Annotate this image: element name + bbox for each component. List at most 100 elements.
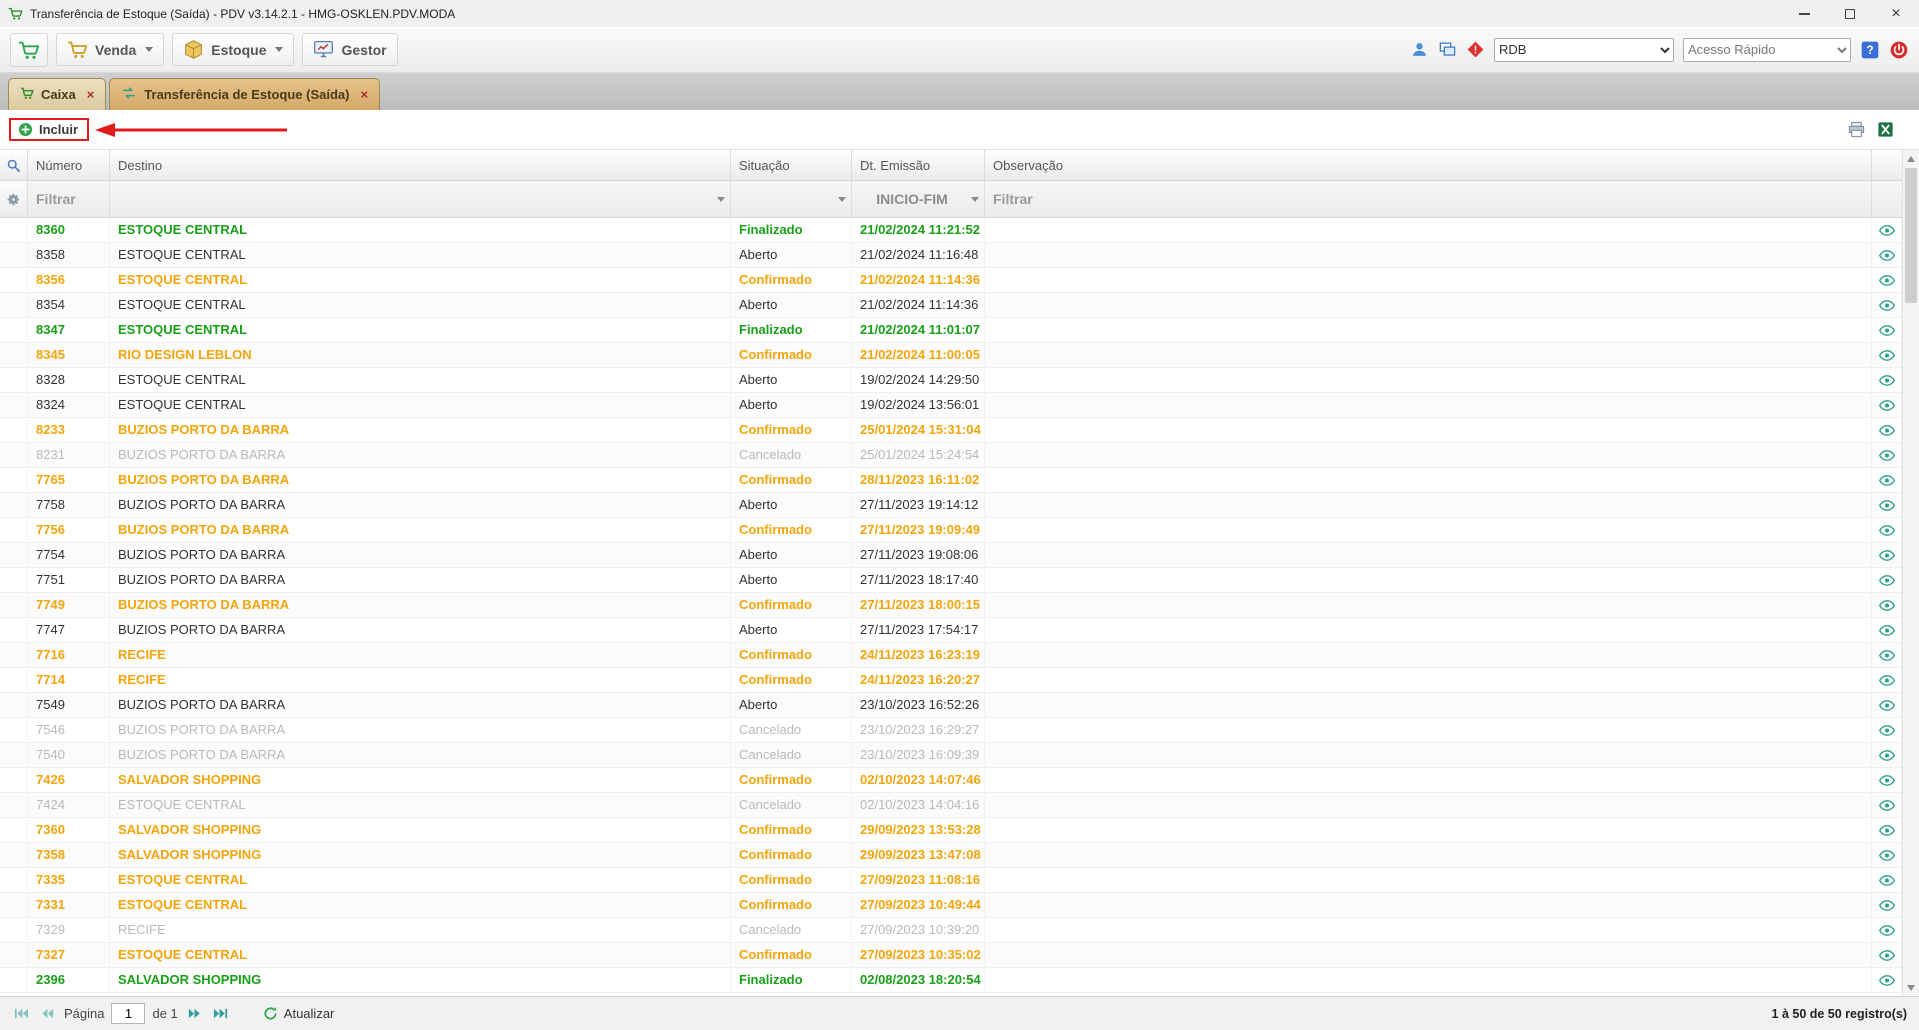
view-row-button[interactable] <box>1872 768 1902 792</box>
view-row-button[interactable] <box>1872 318 1902 342</box>
table-row[interactable]: 2396SALVADOR SHOPPINGFinalizado02/08/202… <box>0 968 1902 993</box>
view-row-button[interactable] <box>1872 568 1902 592</box>
table-row[interactable]: 8354ESTOQUE CENTRALAberto21/02/2024 11:1… <box>0 293 1902 318</box>
table-row[interactable]: 8356ESTOQUE CENTRALConfirmado21/02/2024 … <box>0 268 1902 293</box>
view-row-button[interactable] <box>1872 668 1902 692</box>
table-row[interactable]: 7540BUZIOS PORTO DA BARRACancelado23/10/… <box>0 743 1902 768</box>
power-icon[interactable] <box>1889 40 1909 60</box>
table-row[interactable]: 7751BUZIOS PORTO DA BARRAAberto27/11/202… <box>0 568 1902 593</box>
table-row[interactable]: 7754BUZIOS PORTO DA BARRAAberto27/11/202… <box>0 543 1902 568</box>
table-row[interactable]: 7747BUZIOS PORTO DA BARRAAberto27/11/202… <box>0 618 1902 643</box>
filter-situacao-select[interactable] <box>731 181 852 217</box>
vertical-scrollbar[interactable] <box>1902 150 1919 996</box>
column-header-numero[interactable]: Número <box>28 150 110 180</box>
view-row-button[interactable] <box>1872 818 1902 842</box>
export-excel-button[interactable] <box>1876 120 1895 139</box>
table-row[interactable]: 7424ESTOQUE CENTRALCancelado02/10/2023 1… <box>0 793 1902 818</box>
maximize-button[interactable] <box>1827 0 1873 27</box>
tab-transferencia-estoque-saida[interactable]: Transferência de Estoque (Saída) × <box>109 78 380 110</box>
table-row[interactable]: 7358SALVADOR SHOPPINGConfirmado29/09/202… <box>0 843 1902 868</box>
table-row[interactable]: 7758BUZIOS PORTO DA BARRAAberto27/11/202… <box>0 493 1902 518</box>
settings-gear-icon[interactable] <box>0 181 28 217</box>
column-header-dt-emissao[interactable]: Dt. Emissão <box>852 150 985 180</box>
column-header-situacao[interactable]: Situação <box>731 150 852 180</box>
view-row-button[interactable] <box>1872 843 1902 867</box>
last-page-button[interactable] <box>211 1004 230 1023</box>
view-row-button[interactable] <box>1872 218 1902 242</box>
table-row[interactable]: 8231BUZIOS PORTO DA BARRACancelado25/01/… <box>0 443 1902 468</box>
view-row-button[interactable] <box>1872 343 1902 367</box>
view-row-button[interactable] <box>1872 418 1902 442</box>
print-button[interactable] <box>1847 120 1866 139</box>
filter-date-range-select[interactable]: INICIO-FIM <box>852 181 985 217</box>
table-row[interactable]: 7756BUZIOS PORTO DA BARRAConfirmado27/11… <box>0 518 1902 543</box>
gestor-menu-button[interactable]: Gestor <box>302 33 397 66</box>
filter-observacao-input[interactable] <box>985 181 1871 217</box>
table-row[interactable]: 7327ESTOQUE CENTRALConfirmado27/09/2023 … <box>0 943 1902 968</box>
view-row-button[interactable] <box>1872 368 1902 392</box>
table-row[interactable]: 8358ESTOQUE CENTRALAberto21/02/2024 11:1… <box>0 243 1902 268</box>
view-row-button[interactable] <box>1872 493 1902 517</box>
alert-icon[interactable] <box>1466 40 1485 59</box>
view-row-button[interactable] <box>1872 718 1902 742</box>
table-row[interactable]: 8360ESTOQUE CENTRALFinalizado21/02/2024 … <box>0 218 1902 243</box>
filter-destino-select[interactable] <box>110 181 731 217</box>
table-row[interactable]: 7549BUZIOS PORTO DA BARRAAberto23/10/202… <box>0 693 1902 718</box>
table-row[interactable]: 8328ESTOQUE CENTRALAberto19/02/2024 14:2… <box>0 368 1902 393</box>
venda-menu-button[interactable]: Venda <box>56 33 164 66</box>
help-icon[interactable]: ? <box>1860 40 1880 60</box>
tab-caixa[interactable]: Caixa × <box>8 78 106 110</box>
page-input[interactable] <box>111 1003 145 1024</box>
close-button[interactable]: × <box>1873 0 1919 27</box>
refresh-button[interactable]: Atualizar <box>263 1006 335 1021</box>
view-row-button[interactable] <box>1872 393 1902 417</box>
table-row[interactable]: 7546BUZIOS PORTO DA BARRACancelado23/10/… <box>0 718 1902 743</box>
view-row-button[interactable] <box>1872 543 1902 567</box>
tab-close-icon[interactable]: × <box>360 87 368 102</box>
prev-page-button[interactable] <box>38 1004 57 1023</box>
user-icon[interactable] <box>1410 40 1429 59</box>
table-row[interactable]: 8347ESTOQUE CENTRALFinalizado21/02/2024 … <box>0 318 1902 343</box>
scroll-down-icon[interactable] <box>1903 979 1919 996</box>
view-row-button[interactable] <box>1872 868 1902 892</box>
first-page-button[interactable] <box>12 1004 31 1023</box>
quick-access-select[interactable]: Acesso Rápido <box>1683 38 1851 62</box>
view-row-button[interactable] <box>1872 743 1902 767</box>
terminals-icon[interactable] <box>1438 40 1457 59</box>
next-page-button[interactable] <box>185 1004 204 1023</box>
table-row[interactable]: 7331ESTOQUE CENTRALConfirmado27/09/2023 … <box>0 893 1902 918</box>
table-row[interactable]: 8233BUZIOS PORTO DA BARRAConfirmado25/01… <box>0 418 1902 443</box>
scroll-up-icon[interactable] <box>1903 150 1919 167</box>
incluir-button[interactable]: Incluir <box>18 122 78 137</box>
view-row-button[interactable] <box>1872 793 1902 817</box>
table-row[interactable]: 7329RECIFECancelado27/09/2023 10:39:20 <box>0 918 1902 943</box>
column-header-destino[interactable]: Destino <box>110 150 731 180</box>
view-row-button[interactable] <box>1872 943 1902 967</box>
scrollbar-thumb[interactable] <box>1905 168 1917 303</box>
view-row-button[interactable] <box>1872 693 1902 717</box>
table-row[interactable]: 7335ESTOQUE CENTRALConfirmado27/09/2023 … <box>0 868 1902 893</box>
view-row-button[interactable] <box>1872 268 1902 292</box>
view-row-button[interactable] <box>1872 518 1902 542</box>
view-row-button[interactable] <box>1872 468 1902 492</box>
view-row-button[interactable] <box>1872 443 1902 467</box>
table-row[interactable]: 8345RIO DESIGN LEBLONConfirmado21/02/202… <box>0 343 1902 368</box>
estoque-menu-button[interactable]: Estoque <box>172 33 294 66</box>
rdb-select[interactable]: RDB <box>1494 38 1674 62</box>
filter-numero-input[interactable] <box>28 181 109 217</box>
table-row[interactable]: 7426SALVADOR SHOPPINGConfirmado02/10/202… <box>0 768 1902 793</box>
table-row[interactable]: 8324ESTOQUE CENTRALAberto19/02/2024 13:5… <box>0 393 1902 418</box>
table-row[interactable]: 7765BUZIOS PORTO DA BARRAConfirmado28/11… <box>0 468 1902 493</box>
column-header-observacao[interactable]: Observação <box>985 150 1872 180</box>
view-row-button[interactable] <box>1872 618 1902 642</box>
table-row[interactable]: 7749BUZIOS PORTO DA BARRAConfirmado27/11… <box>0 593 1902 618</box>
view-row-button[interactable] <box>1872 893 1902 917</box>
view-row-button[interactable] <box>1872 918 1902 942</box>
minimize-button[interactable] <box>1781 0 1827 27</box>
table-row[interactable]: 7714RECIFEConfirmado24/11/2023 16:20:27 <box>0 668 1902 693</box>
search-icon[interactable] <box>0 150 28 180</box>
view-row-button[interactable] <box>1872 243 1902 267</box>
table-row[interactable]: 7360SALVADOR SHOPPINGConfirmado29/09/202… <box>0 818 1902 843</box>
view-row-button[interactable] <box>1872 968 1902 992</box>
table-row[interactable]: 7716RECIFEConfirmado24/11/2023 16:23:19 <box>0 643 1902 668</box>
